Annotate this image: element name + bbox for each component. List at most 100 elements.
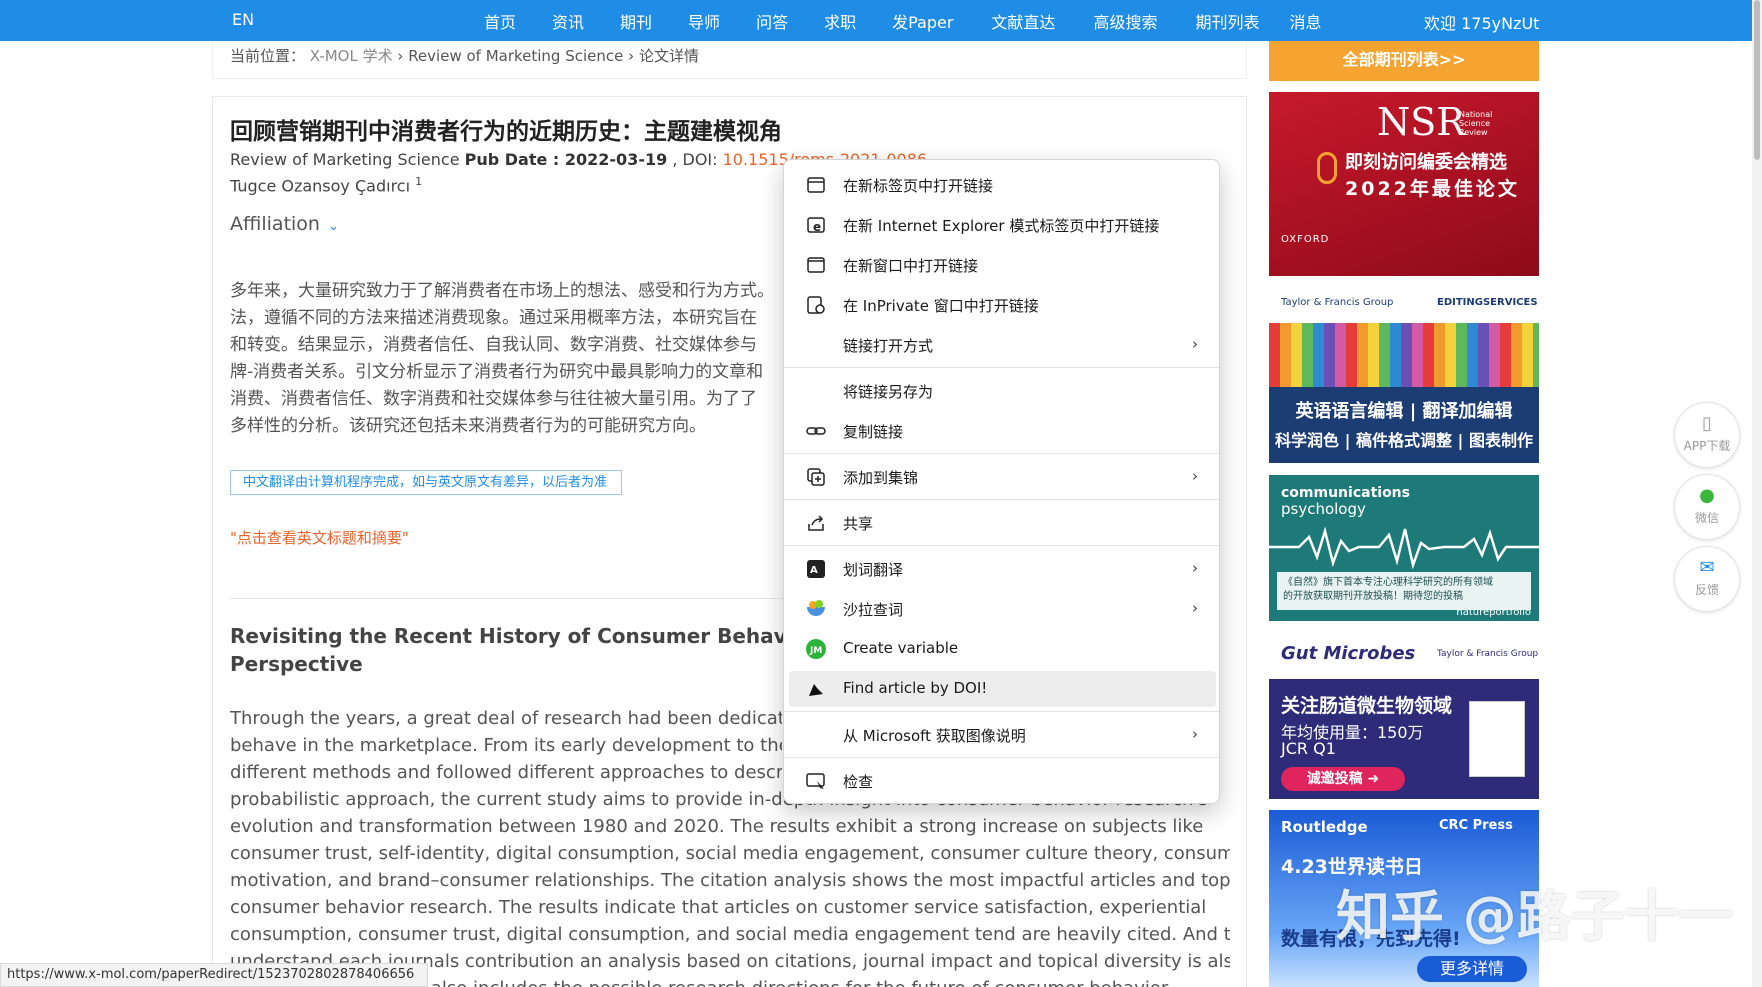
menu-saladict[interactable]: 沙拉查词 › <box>789 591 1216 627</box>
nav-literature[interactable]: 文献直达 <box>991 9 1055 33</box>
brand-line1: communications <box>1281 485 1410 501</box>
breadcrumb: 当前位置： X-MOL 学术 › Review of Marketing Sci… <box>230 45 699 66</box>
pub-date: Pub Date : 2022-03-19 <box>464 150 668 169</box>
nav-home[interactable]: 首页 <box>484 9 516 33</box>
chevron-right-icon: › <box>1192 335 1198 353</box>
menu-create-variable[interactable]: JM Create variable <box>789 631 1216 667</box>
menu-copy-link[interactable]: 复制链接 <box>789 413 1216 449</box>
menu-open-with[interactable]: 链接打开方式 › <box>789 327 1216 363</box>
crc-logo: CRC Press <box>1439 818 1513 833</box>
ad-gut-microbes[interactable]: Gut Microbes Taylor & Francis Group 关注肠道… <box>1269 633 1539 799</box>
new-tab-icon <box>807 177 825 193</box>
abstract-cn-line: 和转变。结果显示，消费者信任、自我认同、数字消费、社交媒体参与 <box>230 335 757 355</box>
submit-button[interactable]: 诚邀投稿 ➜ <box>1281 767 1405 791</box>
abstract-cn-line: 多样性的分析。该研究还包括未来消费者行为的可能研究方向。 <box>230 416 706 436</box>
nav-jobs[interactable]: 求职 <box>824 9 856 33</box>
app-download-button[interactable]: ▯ APP下载 <box>1674 402 1740 468</box>
menu-label: Find article by DOI! <box>843 679 988 697</box>
menu-label: 沙拉查词 <box>843 601 904 619</box>
phone-icon: ▯ <box>1702 413 1712 434</box>
show-english-link[interactable]: "点击查看英文标题和摘要" <box>230 527 409 548</box>
ad-editing-services[interactable]: Taylor & Francis Group EDITINGSERVICES 英… <box>1269 287 1539 463</box>
menu-translate[interactable]: A 划词翻译 › <box>789 551 1216 587</box>
scrollbar-thumb[interactable] <box>1754 0 1760 160</box>
wechat-button[interactable]: ● 微信 <box>1674 474 1740 540</box>
nav-journal-list[interactable]: 期刊列表 <box>1195 9 1259 33</box>
nsr-subtitle: National Science Review <box>1459 110 1493 137</box>
foot-line2: 的开放获取期刊开放投稿！期待您的投稿 <box>1283 591 1463 602</box>
menu-open-new-tab[interactable]: 在新标签页中打开链接 <box>789 167 1216 203</box>
lang-switch-link[interactable]: EN <box>232 10 254 29</box>
journal-name[interactable]: Review of Marketing Science <box>230 150 460 169</box>
nav-messages[interactable]: 消息 <box>1289 9 1321 33</box>
side-label: APP下载 <box>1683 439 1731 453</box>
menu-open-inprivate[interactable]: 在 InPrivate 窗口中打开链接 <box>789 287 1216 323</box>
ad-nsr[interactable]: NSR National Science Review 即刻访问编委会精选 20… <box>1269 92 1539 276</box>
gut-line3: JCR Q1 <box>1281 739 1336 758</box>
chevron-right-icon: › <box>1192 725 1198 743</box>
divider <box>230 598 790 599</box>
abstract-en-line: evolution and transformation between 198… <box>230 816 1204 837</box>
new-window-icon <box>807 257 825 273</box>
comm-psy-footer: 《自然》旗下首本专注心理科学研究的所有领域 的开放获取期刊开放投稿！期待您的投稿 <box>1277 572 1531 610</box>
nav-publish[interactable]: 发Paper <box>892 9 953 33</box>
nav-journals[interactable]: 期刊 <box>620 9 652 33</box>
gut-microbes-title: Gut Microbes <box>1281 643 1416 664</box>
nav-menu: 首页 资讯 期刊 导师 问答 求职 发Paper 文献直达 高级搜索 期刊列表 … <box>472 9 1321 33</box>
menu-share[interactable]: 共享 <box>789 505 1216 541</box>
menu-save-link-as[interactable]: 将链接另存为 <box>789 373 1216 409</box>
abstract-en-line: Through the years, a great deal of resea… <box>230 708 782 729</box>
menu-open-ie-tab[interactable]: e 在新 Internet Explorer 模式标签页中打开链接 <box>789 207 1216 243</box>
menu-separator <box>784 499 1219 500</box>
vertical-scrollbar[interactable] <box>1752 0 1762 987</box>
menu-inspect[interactable]: 检查 <box>789 763 1216 799</box>
nav-news[interactable]: 资讯 <box>552 9 584 33</box>
ad-communications-psychology[interactable]: communications psychology 《自然》旗下首本专注心理科学… <box>1269 475 1539 621</box>
nav-qa[interactable]: 问答 <box>756 9 788 33</box>
nav-advanced-search[interactable]: 高级搜索 <box>1093 9 1157 33</box>
breadcrumb-site[interactable]: X-MOL 学术 <box>310 47 393 65</box>
oxford-logo: OXFORD <box>1281 234 1330 245</box>
all-journals-button[interactable]: 全部期刊列表>> <box>1269 41 1539 81</box>
doi-label: , DOI: <box>672 150 723 169</box>
abstract-cn: 多年来，大量研究致力于了解消费者在市场上的想法、感受和行为方式。 法，遵循不同的… <box>230 278 790 440</box>
top-nav: EN 首页 资讯 期刊 导师 问答 求职 发Paper 文献直达 高级搜索 期刊… <box>0 0 1752 41</box>
breadcrumb-journal[interactable]: Review of Marketing Science <box>408 47 623 65</box>
affiliation-toggle[interactable]: Affiliation ⌄ <box>230 213 339 235</box>
menu-separator <box>784 711 1219 712</box>
user-welcome[interactable]: 欢迎 175yNzUt <box>1424 10 1539 34</box>
svg-text:A: A <box>810 565 818 576</box>
nsr-logo: NSR <box>1377 100 1465 144</box>
author-name[interactable]: Tugce Ozansoy Çadırcı <box>230 176 410 195</box>
chevron-right-icon: › <box>1192 599 1198 617</box>
menu-separator <box>784 545 1219 546</box>
title-en-line: Revisiting the Recent History of Consume… <box>230 624 790 648</box>
chevron-right-icon: › <box>1192 559 1198 577</box>
menu-open-new-window[interactable]: 在新窗口中打开链接 <box>789 247 1216 283</box>
breadcrumb-current: 论文详情 <box>638 47 699 65</box>
mail-icon: ✉ <box>1699 557 1715 578</box>
abstract-en-line: behave in the marketplace. From its earl… <box>230 735 782 756</box>
nsr-line2: 2022年最佳论文 <box>1345 178 1520 200</box>
feedback-button[interactable]: ✉ 反馈 <box>1674 546 1740 612</box>
menu-image-description[interactable]: 从 Microsoft 获取图像说明 › <box>789 717 1216 753</box>
ie-icon: e <box>807 217 825 234</box>
menu-label: 在新标签页中打开链接 <box>843 177 994 195</box>
menu-add-to-collections[interactable]: 添加到集锦 › <box>789 459 1216 495</box>
article-title-cn: 回顾营销期刊中消费者行为的近期历史：主题建模视角 <box>230 119 782 145</box>
more-details-button[interactable]: 更多详情 <box>1417 956 1527 982</box>
menu-find-article-doi[interactable]: Find article by DOI! <box>789 671 1216 707</box>
menu-separator <box>784 367 1219 368</box>
comm-psy-brand: communications psychology <box>1281 485 1410 517</box>
doi-icon <box>809 684 823 696</box>
chevron-down-icon: ⌄ <box>327 219 339 234</box>
breadcrumb-sep: › <box>628 47 635 65</box>
routledge-logo: Routledge <box>1281 818 1368 836</box>
svg-text:e: e <box>813 220 821 234</box>
nav-mentors[interactable]: 导师 <box>688 9 720 33</box>
menu-label: 将链接另存为 <box>843 383 934 401</box>
editing-line2: 科学润色 | 稿件格式调整 | 图表制作 <box>1275 431 1533 450</box>
menu-label: 共享 <box>843 515 874 533</box>
zhihu-watermark: 知乎 @路子十一 <box>1336 885 1733 948</box>
breadcrumb-sep: › <box>397 47 404 65</box>
